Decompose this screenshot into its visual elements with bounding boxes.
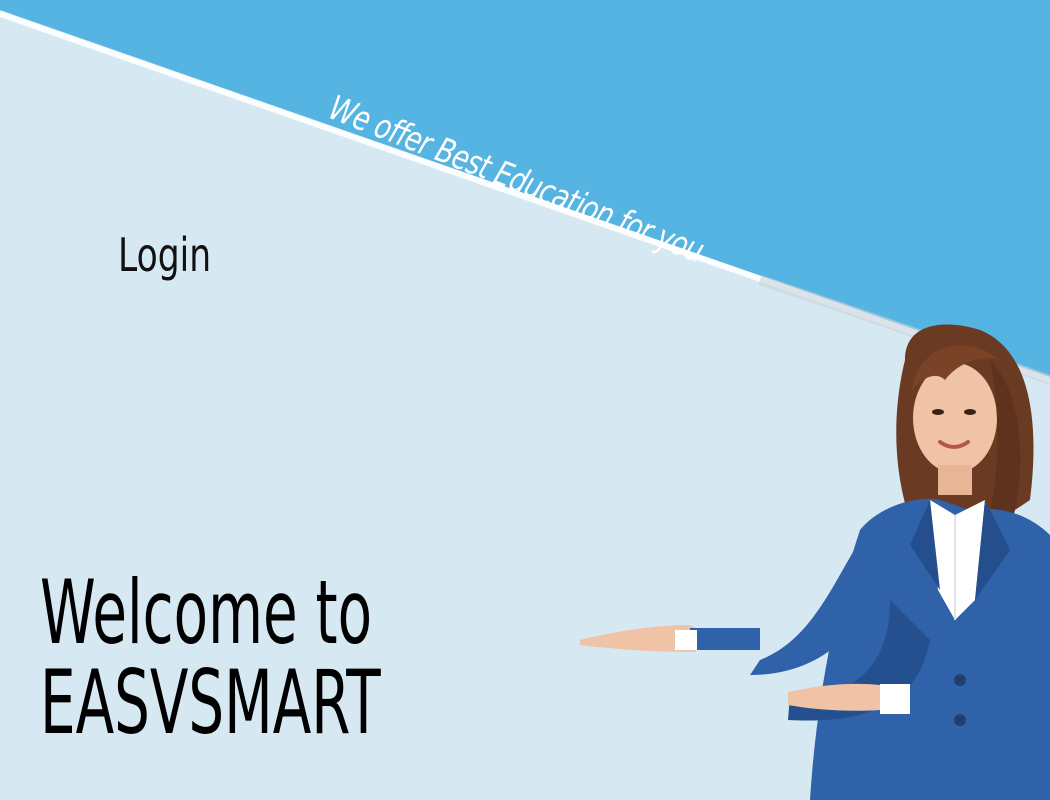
welcome-line-1: Welcome to (40, 561, 373, 664)
brand-name: EASVSMART (40, 651, 381, 754)
welcome-heading: Welcome to EASVSMART (40, 568, 381, 748)
login-link[interactable]: Login (118, 228, 211, 282)
businesswoman-presenting-illustration (580, 324, 1050, 800)
